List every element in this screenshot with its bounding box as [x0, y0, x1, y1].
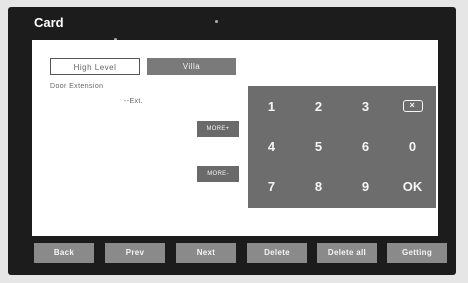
back-button[interactable]: Back	[34, 243, 94, 263]
tab-high-level[interactable]: High Level	[50, 58, 140, 75]
key-2[interactable]: 2	[295, 86, 342, 126]
numeric-keypad: 1 2 3 × 4 5 6 0 7 8 9 OK	[248, 86, 436, 208]
more-plus-button[interactable]: MORE+	[197, 121, 239, 137]
window-title: Card	[34, 15, 64, 30]
door-extension-label: Door Extension	[50, 83, 104, 90]
tab-villa[interactable]: Villa	[147, 58, 236, 75]
key-9[interactable]: 9	[342, 166, 389, 206]
backspace-key[interactable]: ×	[389, 86, 436, 126]
delete-all-button[interactable]: Delete all	[317, 243, 377, 263]
key-3[interactable]: 3	[342, 86, 389, 126]
next-button[interactable]: Next	[176, 243, 236, 263]
key-7[interactable]: 7	[248, 166, 295, 206]
key-0[interactable]: 0	[389, 126, 436, 166]
key-4[interactable]: 4	[248, 126, 295, 166]
prev-button[interactable]: Prev	[105, 243, 165, 263]
key-6[interactable]: 6	[342, 126, 389, 166]
ok-key[interactable]: OK	[389, 166, 436, 206]
delete-button[interactable]: Delete	[247, 243, 307, 263]
extension-value[interactable]: --Ext.	[124, 98, 143, 105]
key-5[interactable]: 5	[295, 126, 342, 166]
key-8[interactable]: 8	[295, 166, 342, 206]
screen-dust-dot	[215, 20, 218, 23]
key-1[interactable]: 1	[248, 86, 295, 126]
getting-button[interactable]: Getting	[387, 243, 447, 263]
more-minus-button[interactable]: MORE-	[197, 166, 239, 182]
backspace-icon: ×	[402, 100, 423, 112]
